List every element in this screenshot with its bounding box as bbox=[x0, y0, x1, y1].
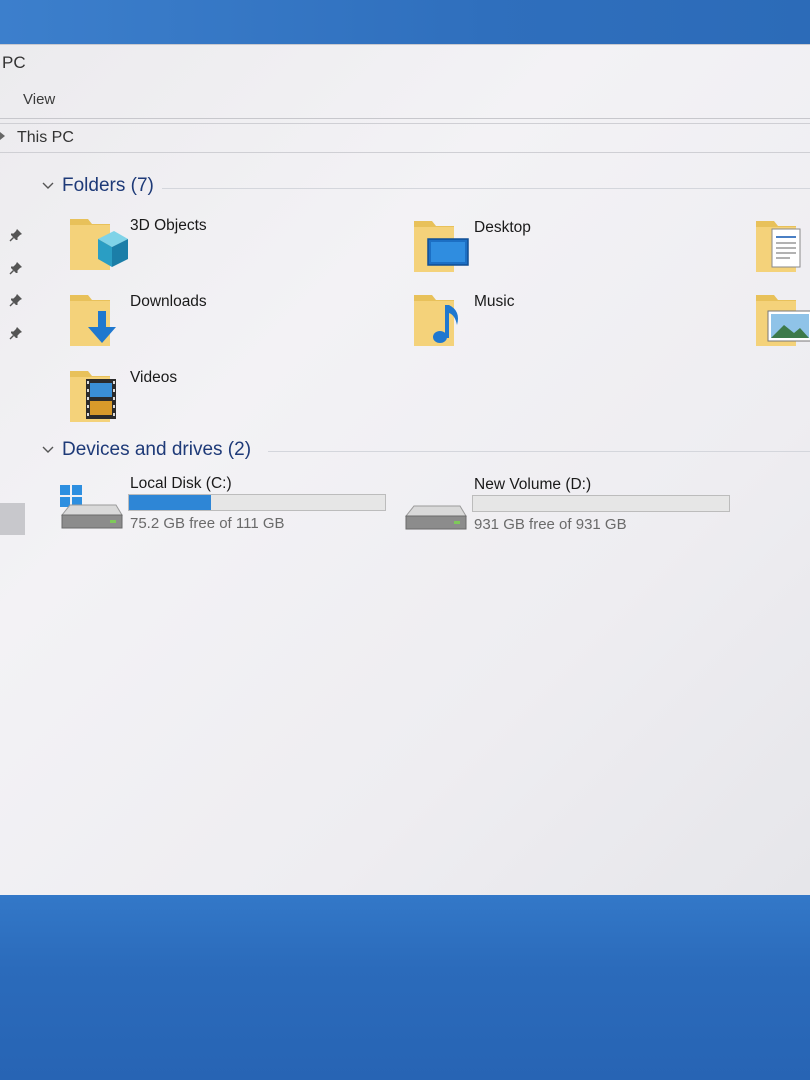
address-bar[interactable]: This PC bbox=[0, 123, 810, 153]
drive-icon bbox=[404, 505, 467, 530]
window-title: PC bbox=[2, 53, 26, 72]
folder-name: Videos bbox=[130, 369, 178, 386]
music-folder-icon bbox=[414, 295, 458, 346]
documents-folder-icon bbox=[756, 221, 801, 272]
tab-view[interactable]: View bbox=[23, 91, 55, 108]
drive-usage-bar bbox=[128, 494, 386, 511]
pin-icon[interactable] bbox=[9, 228, 23, 242]
breadcrumb-arrow-icon[interactable] bbox=[0, 132, 5, 140]
drive-free-space: 931 GB free of 931 GB bbox=[474, 516, 627, 533]
ribbon: View bbox=[0, 81, 810, 119]
navigation-pane bbox=[0, 153, 28, 897]
folders-group-header[interactable]: Folders (7) bbox=[40, 173, 154, 199]
drive-free-space: 75.2 GB free of 111 GB bbox=[130, 515, 285, 532]
folder-pictures[interactable] bbox=[754, 289, 810, 359]
folder-downloads[interactable]: Downloads bbox=[68, 289, 368, 359]
drive-usage-fill bbox=[129, 495, 211, 510]
folder-name: 3D Objects bbox=[130, 217, 207, 234]
desktop-background-top bbox=[0, 0, 810, 48]
drive-c[interactable]: Local Disk (C:) 75.2 GB free of 111 GB bbox=[60, 475, 390, 539]
folders-group-label: Folders (7) bbox=[62, 175, 154, 196]
folder-videos[interactable]: Videos bbox=[68, 365, 368, 435]
drive-name: Local Disk (C:) bbox=[130, 475, 232, 492]
drive-usage-bar bbox=[472, 495, 730, 512]
pin-icon[interactable] bbox=[9, 261, 23, 275]
breadcrumb-this-pc[interactable]: This PC bbox=[17, 129, 74, 147]
chevron-down-icon[interactable] bbox=[40, 178, 56, 194]
drive-d[interactable]: New Volume (D:) 931 GB free of 931 GB bbox=[404, 476, 734, 540]
folder-name: Music bbox=[474, 293, 515, 310]
3d-objects-folder-icon bbox=[70, 219, 128, 270]
drives-group-label: Devices and drives (2) bbox=[62, 439, 252, 460]
desktop-background-bottom bbox=[0, 895, 810, 1080]
folder-3d-objects[interactable]: 3D Objects bbox=[68, 213, 368, 283]
pictures-folder-icon bbox=[756, 295, 810, 346]
desktop-folder-icon bbox=[414, 221, 469, 272]
drives-group-header[interactable]: Devices and drives (2) bbox=[40, 437, 251, 463]
nav-scrollbar-thumb[interactable] bbox=[0, 503, 25, 535]
downloads-folder-icon bbox=[70, 295, 116, 346]
windows-drive-icon bbox=[60, 485, 123, 529]
folder-desktop[interactable]: Desktop bbox=[412, 215, 712, 285]
file-explorer-window: PC View This PC Folders (7) 3D Objects D… bbox=[0, 44, 810, 896]
drive-name: New Volume (D:) bbox=[474, 476, 592, 493]
pin-icon[interactable] bbox=[9, 326, 23, 340]
pin-icon[interactable] bbox=[9, 293, 23, 307]
folder-name: Desktop bbox=[474, 219, 531, 236]
folder-name: Downloads bbox=[130, 293, 207, 310]
videos-folder-icon bbox=[70, 371, 116, 422]
folder-music[interactable]: Music bbox=[412, 289, 712, 359]
group-divider bbox=[162, 188, 810, 189]
folder-documents[interactable] bbox=[754, 215, 810, 285]
chevron-down-icon[interactable] bbox=[40, 442, 56, 458]
group-divider bbox=[268, 451, 810, 452]
